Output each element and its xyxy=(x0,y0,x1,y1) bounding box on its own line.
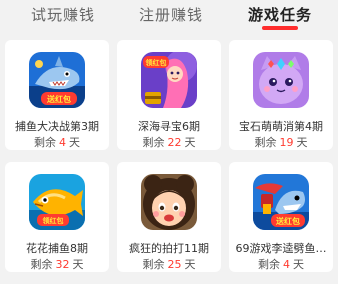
shark-cannon-icon: 送红包 xyxy=(253,174,309,230)
days-count: 4 xyxy=(283,258,290,271)
days-count: 32 xyxy=(55,258,70,271)
game-name: 宝石萌萌消第4期 xyxy=(239,120,323,133)
svg-text:送红包: 送红包 xyxy=(275,216,300,226)
game-name: 捕鱼大决战第3期 xyxy=(15,120,99,133)
remaining-days: 剩余 32 天 xyxy=(30,258,84,271)
remaining-days: 剩余 22 天 xyxy=(142,136,196,149)
cartoon-girl-icon xyxy=(141,174,197,230)
svg-text:领红包: 领红包 xyxy=(43,216,64,225)
game-name: 花花捕鱼8期 xyxy=(26,242,88,255)
days-count: 4 xyxy=(59,136,66,149)
purple-cat-gem-icon xyxy=(253,52,309,108)
tab-bar: 试玩赚钱 注册赚钱 游戏任务 xyxy=(0,0,338,36)
days-count: 19 xyxy=(279,136,294,149)
days-count: 22 xyxy=(167,136,182,149)
svg-text:送红包: 送红包 xyxy=(46,94,71,104)
mermaid-treasure-icon: 领红包 xyxy=(141,52,197,108)
remaining-days: 剩余 25 天 xyxy=(142,258,196,271)
shark-fishing-icon: 送红包 xyxy=(29,52,85,108)
remaining-days: 剩余 4 天 xyxy=(258,258,304,271)
days-count: 25 xyxy=(167,258,182,271)
remaining-days: 剩余 4 天 xyxy=(34,136,80,149)
tab-trial-earn[interactable]: 试玩赚钱 xyxy=(31,4,95,28)
tab-label: 注册赚钱 xyxy=(139,6,204,24)
active-tab-indicator xyxy=(262,26,299,30)
game-card-cartoon-girl[interactable]: 疯狂的拍打11期 剩余 25 天 xyxy=(117,162,221,272)
game-card-shark-cannon[interactable]: 送红包 69游戏李逵劈鱼… 剩余 4 天 xyxy=(229,162,333,272)
game-name: 疯狂的拍打11期 xyxy=(129,242,209,255)
game-card-shark-fishing[interactable]: 送红包 捕鱼大决战第3期 剩余 4 天 xyxy=(5,40,109,150)
game-name: 69游戏李逵劈鱼… xyxy=(235,242,327,255)
tab-game-tasks[interactable]: 游戏任务 xyxy=(248,4,313,30)
remaining-days: 剩余 19 天 xyxy=(254,136,308,149)
game-card-golden-fish[interactable]: 领红包 花花捕鱼8期 剩余 32 天 xyxy=(5,162,109,272)
golden-fish-icon: 领红包 xyxy=(29,174,85,230)
tab-label: 游戏任务 xyxy=(248,6,313,24)
game-card-mermaid-treasure[interactable]: 领红包 深海寻宝6期 剩余 22 天 xyxy=(117,40,221,150)
tab-register-earn[interactable]: 注册赚钱 xyxy=(139,4,203,28)
tab-label: 试玩赚钱 xyxy=(31,6,96,24)
svg-text:领红包: 领红包 xyxy=(146,58,167,67)
game-name: 深海寻宝6期 xyxy=(138,120,200,133)
game-card-purple-cat-gem[interactable]: 宝石萌萌消第4期 剩余 19 天 xyxy=(229,40,333,150)
